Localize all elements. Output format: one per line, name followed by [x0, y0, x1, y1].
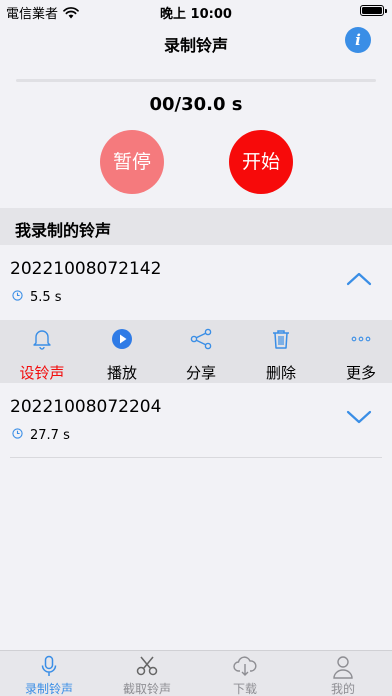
action-label: 设铃声	[19, 364, 65, 382]
recording-row[interactable]: 20221008072142 5.5 s	[0, 245, 392, 320]
recording-row[interactable]: 20221008072204 27.7 s	[0, 383, 392, 458]
chevron-down-icon[interactable]	[346, 409, 372, 429]
more-icon	[325, 328, 392, 350]
tab-label: 我的	[330, 682, 355, 696]
recording-duration: 5.5 s	[30, 290, 62, 305]
recording-action-bar: 设铃声 播放 分享 删除 更多	[0, 320, 392, 383]
tab-mine[interactable]: 我的	[294, 651, 392, 696]
share-button[interactable]: 分享	[165, 320, 237, 383]
trash-icon	[245, 328, 317, 350]
play-icon	[86, 328, 158, 350]
nav-bar: 录制铃声 i	[0, 20, 392, 64]
action-label: 删除	[265, 364, 296, 382]
more-button[interactable]: 更多	[325, 320, 392, 383]
tab-record-ringtone[interactable]: 录制铃声	[0, 651, 98, 696]
share-icon	[165, 328, 237, 350]
recording-name: 20221008072142	[10, 259, 162, 279]
pause-button[interactable]: 暂停	[100, 130, 164, 194]
recording-duration-group: 27.7 s	[12, 428, 70, 443]
my-ringtones-header: 我录制的铃声	[0, 208, 392, 245]
tab-download[interactable]: 下载	[196, 651, 294, 696]
recording-timer: 00/30.0 s	[149, 94, 243, 115]
section-title: 我录制的铃声	[15, 221, 112, 240]
row-divider	[10, 457, 382, 458]
action-label: 播放	[106, 364, 137, 382]
tab-label: 录制铃声	[24, 682, 73, 696]
recording-progress-bar	[16, 79, 376, 82]
set-ringtone-button[interactable]: 设铃声	[6, 320, 78, 383]
page-title: 录制铃声	[163, 36, 228, 55]
person-icon	[294, 655, 392, 679]
chevron-up-icon[interactable]	[346, 271, 372, 291]
start-button[interactable]: 开始	[229, 130, 293, 194]
microphone-icon	[0, 655, 98, 677]
clock-icon	[12, 428, 23, 443]
recording-duration: 27.7 s	[30, 428, 70, 443]
action-label: 分享	[185, 364, 216, 382]
tab-label: 下载	[232, 682, 257, 696]
cloud-download-icon	[196, 655, 294, 677]
status-bar: 電信業者 晚上 10:00	[0, 0, 392, 22]
tab-label: 截取铃声	[122, 682, 171, 696]
play-button[interactable]: 播放	[86, 320, 158, 383]
tab-bar: 录制铃声 截取铃声 下载 我的	[0, 650, 392, 696]
action-label: 更多	[345, 364, 376, 382]
scissors-icon	[98, 655, 196, 677]
info-icon[interactable]: i	[345, 27, 371, 53]
clock-icon	[12, 290, 23, 305]
bell-icon	[6, 328, 78, 350]
delete-button[interactable]: 删除	[245, 320, 317, 383]
recording-name: 20221008072204	[10, 397, 162, 417]
tab-cut-ringtone[interactable]: 截取铃声	[98, 651, 196, 696]
recording-duration-group: 5.5 s	[12, 290, 62, 305]
battery-icon	[360, 5, 387, 16]
